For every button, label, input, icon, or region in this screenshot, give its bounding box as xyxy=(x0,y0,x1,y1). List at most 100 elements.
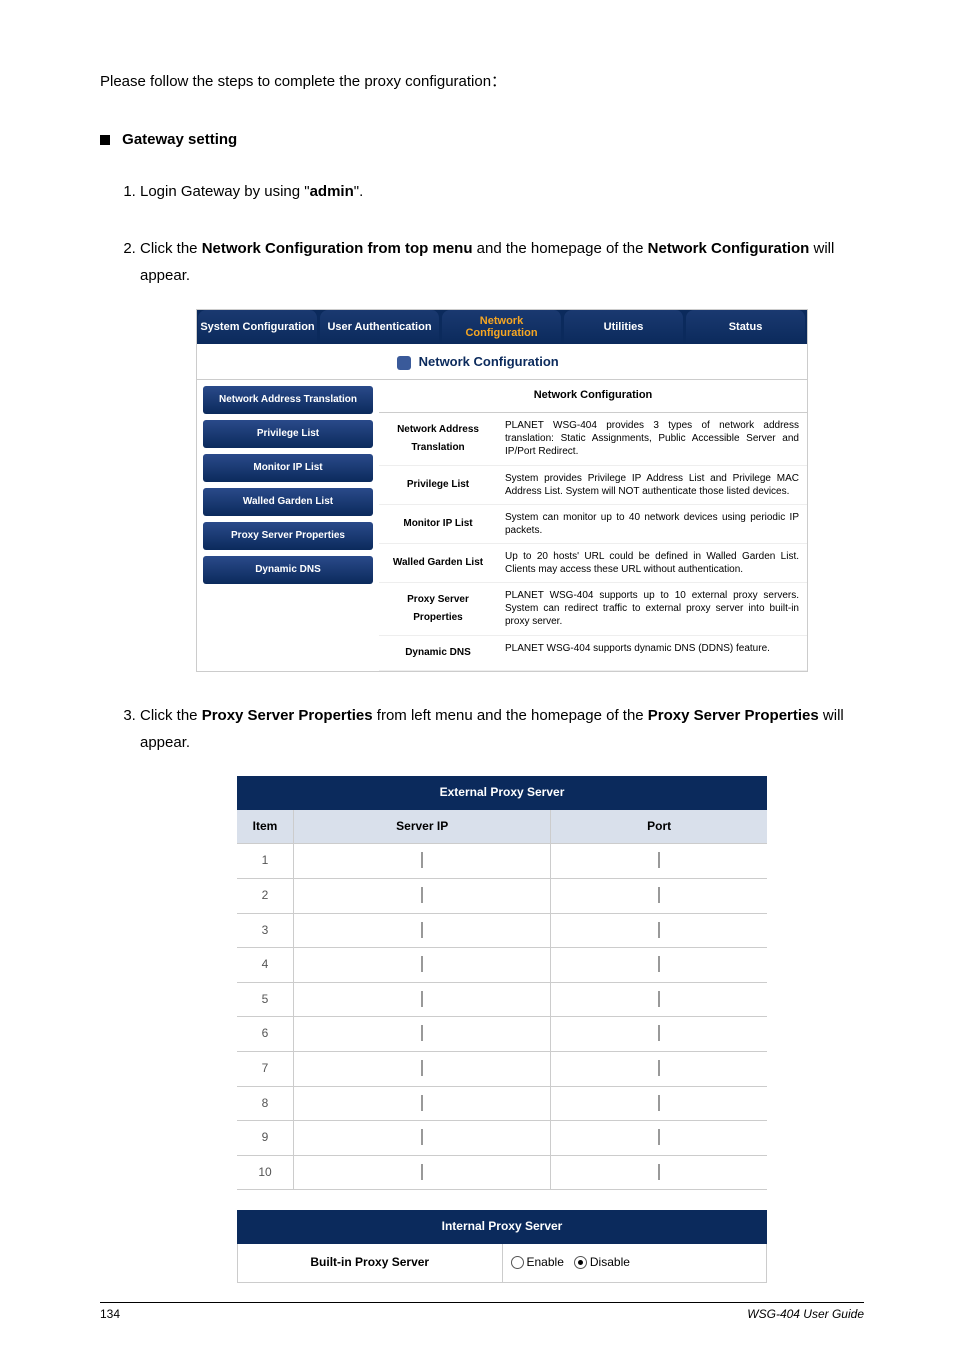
step1-a: Login Gateway by using " xyxy=(140,183,310,200)
server-ip-input-10[interactable] xyxy=(421,1164,423,1180)
port-input-1[interactable] xyxy=(658,852,660,868)
step-3: Click the Proxy Server Properties from l… xyxy=(140,702,864,1282)
row-nat-label: Network Address Translation xyxy=(379,413,497,465)
server-ip-input-1[interactable] xyxy=(421,852,423,868)
row-priv-desc: System provides Privilege IP Address Lis… xyxy=(497,466,807,504)
row-index: 3 xyxy=(237,914,294,949)
proxy-row: 10 xyxy=(237,1156,767,1191)
port-input-4[interactable] xyxy=(658,956,660,972)
tab-status[interactable]: Status xyxy=(686,310,806,344)
proxy-row: 2 xyxy=(237,879,767,914)
leftnav-privilege[interactable]: Privilege List xyxy=(203,420,373,448)
row-index: 4 xyxy=(237,948,294,983)
port-input-10[interactable] xyxy=(658,1164,660,1180)
row-nat-desc: PLANET WSG-404 provides 3 types of netwo… xyxy=(497,413,807,465)
page-footer: 134 WSG-404 User Guide xyxy=(100,1302,864,1321)
section-heading-text: Gateway setting xyxy=(122,131,237,148)
proxy-row: 9 xyxy=(237,1121,767,1156)
section-heading: Gateway setting xyxy=(100,131,864,148)
doc-title: WSG-404 User Guide xyxy=(747,1307,864,1321)
row-nat: Network Address Translation PLANET WSG-4… xyxy=(379,413,807,466)
leftnav-ddns[interactable]: Dynamic DNS xyxy=(203,556,373,584)
row-index: 1 xyxy=(237,844,294,879)
row-mon-desc: System can monitor up to 40 network devi… xyxy=(497,505,807,543)
page-number: 134 xyxy=(100,1307,120,1321)
step2-c: and the homepage of the xyxy=(473,240,648,257)
proxy-column-headers: Item Server IP Port xyxy=(237,810,767,845)
step-2: Click the Network Configuration from top… xyxy=(140,235,864,672)
content-area: Network Configuration Network Address Tr… xyxy=(379,380,807,671)
screenshot-network-config: System Configuration User Authentication… xyxy=(196,309,808,672)
left-nav: Network Address Translation Privilege Li… xyxy=(197,380,379,671)
step3-a: Click the xyxy=(140,707,202,724)
port-input-5[interactable] xyxy=(658,991,660,1007)
tab-user-auth[interactable]: User Authentication xyxy=(320,310,440,344)
server-ip-input-8[interactable] xyxy=(421,1095,423,1111)
leftnav-nat[interactable]: Network Address Translation xyxy=(203,386,373,414)
row-index: 9 xyxy=(237,1121,294,1156)
proxy-row: 6 xyxy=(237,1017,767,1052)
builtin-proxy-label: Built-in Proxy Server xyxy=(237,1244,502,1283)
proxy-row: 8 xyxy=(237,1087,767,1122)
leftnav-walled[interactable]: Walled Garden List xyxy=(203,488,373,516)
row-walled: Walled Garden List Up to 20 hosts' URL c… xyxy=(379,544,807,583)
leftnav-monitor[interactable]: Monitor IP List xyxy=(203,454,373,482)
content-header: Network Configuration xyxy=(379,380,807,413)
row-index: 6 xyxy=(237,1017,294,1052)
page-title-text: Network Configuration xyxy=(419,354,559,369)
row-index: 8 xyxy=(237,1087,294,1122)
step2-d: Network Configuration xyxy=(648,240,810,257)
step-1: Login Gateway by using "admin". xyxy=(140,178,864,205)
enable-label: Enable xyxy=(527,1255,564,1269)
intro-text: Please follow the steps to complete the … xyxy=(100,70,864,91)
step2-b: Network Configuration from top menu xyxy=(202,240,473,257)
row-ddns: Dynamic DNS PLANET WSG-404 supports dyna… xyxy=(379,636,807,671)
port-input-2[interactable] xyxy=(658,887,660,903)
row-ddns-desc: PLANET WSG-404 supports dynamic DNS (DDN… xyxy=(497,636,807,670)
row-wal-label: Walled Garden List xyxy=(379,544,497,582)
internal-proxy-table: Internal Proxy Server Built-in Proxy Ser… xyxy=(237,1210,767,1282)
server-ip-input-4[interactable] xyxy=(421,956,423,972)
port-input-3[interactable] xyxy=(658,922,660,938)
row-monitor: Monitor IP List System can monitor up to… xyxy=(379,505,807,544)
row-wal-desc: Up to 20 hosts' URL could be defined in … xyxy=(497,544,807,582)
radio-enable[interactable] xyxy=(511,1256,524,1269)
builtin-proxy-options: Enable Disable xyxy=(502,1244,768,1283)
network-icon xyxy=(397,356,411,370)
row-index: 10 xyxy=(237,1156,294,1191)
col-server-ip: Server IP xyxy=(294,810,551,845)
internal-proxy-title: Internal Proxy Server xyxy=(237,1210,767,1244)
row-priv-label: Privilege List xyxy=(379,466,497,504)
external-proxy-table: External Proxy Server Item Server IP Por… xyxy=(237,776,767,1190)
row-proxy: Proxy Server Properties PLANET WSG-404 s… xyxy=(379,583,807,636)
col-port: Port xyxy=(551,810,767,845)
row-privilege: Privilege List System provides Privilege… xyxy=(379,466,807,505)
row-ddns-label: Dynamic DNS xyxy=(379,636,497,670)
proxy-row: 4 xyxy=(237,948,767,983)
server-ip-input-6[interactable] xyxy=(421,1025,423,1041)
server-ip-input-5[interactable] xyxy=(421,991,423,1007)
proxy-row: 7 xyxy=(237,1052,767,1087)
row-mon-label: Monitor IP List xyxy=(379,505,497,543)
server-ip-input-9[interactable] xyxy=(421,1129,423,1145)
top-nav-tabs: System Configuration User Authentication… xyxy=(197,310,807,344)
port-input-9[interactable] xyxy=(658,1129,660,1145)
row-proxy-desc: PLANET WSG-404 supports up to 10 externa… xyxy=(497,583,807,635)
port-input-8[interactable] xyxy=(658,1095,660,1111)
col-item: Item xyxy=(237,810,294,845)
row-index: 2 xyxy=(237,879,294,914)
proxy-row: 5 xyxy=(237,983,767,1018)
page-title-bar: Network Configuration xyxy=(197,344,807,380)
server-ip-input-2[interactable] xyxy=(421,887,423,903)
server-ip-input-3[interactable] xyxy=(421,922,423,938)
leftnav-proxy[interactable]: Proxy Server Properties xyxy=(203,522,373,550)
server-ip-input-7[interactable] xyxy=(421,1060,423,1076)
port-input-6[interactable] xyxy=(658,1025,660,1041)
tab-system-config[interactable]: System Configuration xyxy=(198,310,318,344)
external-proxy-title: External Proxy Server xyxy=(237,776,767,810)
port-input-7[interactable] xyxy=(658,1060,660,1076)
tab-network-config[interactable]: Network Configuration xyxy=(442,310,562,344)
radio-disable[interactable] xyxy=(574,1256,587,1269)
disable-label: Disable xyxy=(590,1255,630,1269)
tab-utilities[interactable]: Utilities xyxy=(564,310,684,344)
